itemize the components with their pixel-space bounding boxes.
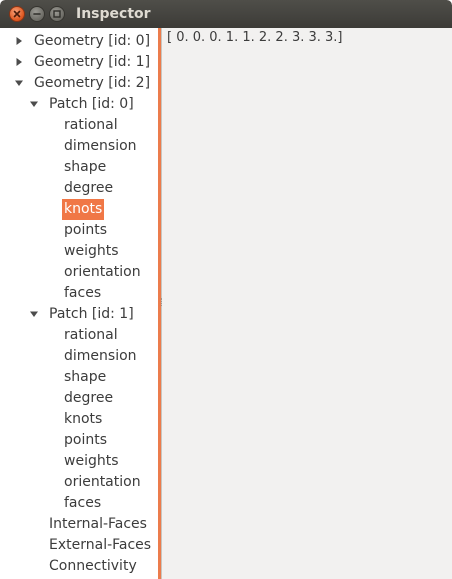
expanded-arrow-icon[interactable] [14, 78, 24, 88]
tree-item[interactable]: Patch [id: 0] [30, 94, 134, 115]
tree-item[interactable]: orientation [64, 262, 141, 283]
tree-item-label: Internal-Faces [49, 516, 147, 532]
maximize-button[interactable] [49, 6, 65, 22]
tree-item[interactable]: External-Faces [49, 535, 151, 556]
tree-item-label: rational [64, 117, 118, 133]
tree-item[interactable]: weights [64, 241, 119, 262]
tree-item-label: weights [64, 453, 119, 469]
tree-item-label: rational [64, 327, 118, 343]
tree-item-label: orientation [64, 474, 141, 490]
title-bar[interactable]: Inspector [0, 0, 452, 28]
tree-item-label: Patch [id: 1] [49, 306, 134, 322]
tree-item[interactable]: knots [62, 199, 105, 220]
tree-item[interactable]: Internal-Faces [49, 514, 147, 535]
inspector-window: Inspector Geometry [id: 0] Geometry [id: … [0, 0, 452, 579]
tree-item-label: Patch [id: 0] [49, 96, 134, 112]
tree-item-label: Geometry [id: 1] [34, 54, 151, 70]
detail-panel: [ 0. 0. 0. 1. 1. 2. 2. 3. 3. 3.] [162, 28, 452, 579]
collapsed-arrow-icon[interactable] [14, 57, 24, 67]
tree-item[interactable]: rational [64, 115, 118, 136]
tree-item[interactable]: degree [64, 388, 113, 409]
tree-item-label: Connectivity [49, 558, 137, 574]
close-button[interactable] [9, 6, 25, 22]
expanded-arrow-icon[interactable] [29, 309, 39, 319]
tree-item-label: weights [64, 243, 119, 259]
tree-item[interactable]: points [64, 430, 107, 451]
tree-item[interactable]: Connectivity [49, 556, 137, 577]
tree-item-label: points [64, 432, 107, 448]
tree-item[interactable]: shape [64, 157, 106, 178]
tree-item-label: dimension [64, 138, 137, 154]
close-icon [13, 10, 21, 18]
tree-item-label: shape [64, 369, 107, 385]
tree-item-label: External-Faces [49, 537, 152, 553]
tree-view[interactable]: Geometry [id: 0] Geometry [id: 1] Geometry… [0, 28, 158, 579]
tree-item-label: Geometry [id: 0] [34, 33, 151, 49]
tree-item[interactable]: shape [64, 367, 106, 388]
tree-item[interactable]: faces [64, 493, 101, 514]
tree-item-label: faces [64, 495, 102, 511]
tree-item-label: knots [62, 199, 105, 220]
tree-item[interactable]: faces [64, 283, 101, 304]
tree-item-label: degree [64, 390, 114, 406]
maximize-icon [53, 10, 61, 18]
tree-item[interactable]: Patch [id: 1] [30, 304, 134, 325]
minimize-button[interactable] [29, 6, 45, 22]
tree-item-label: dimension [64, 348, 137, 364]
tree-item-label: knots [64, 411, 103, 427]
tree-item-label: shape [64, 159, 107, 175]
tree-item[interactable]: Geometry [id: 0] [16, 31, 151, 52]
expanded-arrow-icon[interactable] [29, 99, 39, 109]
tree-item[interactable]: degree [64, 178, 113, 199]
tree-item[interactable]: weights [64, 451, 119, 472]
tree-item[interactable]: points [64, 220, 107, 241]
window-title: Inspector [76, 6, 151, 22]
minimize-icon [33, 13, 41, 15]
tree-item[interactable]: Geometry [id: 2] [15, 73, 151, 94]
tree-item[interactable]: orientation [64, 472, 141, 493]
tree-item-label: orientation [64, 264, 141, 280]
collapsed-arrow-icon[interactable] [14, 36, 24, 46]
tree-item[interactable]: dimension [64, 346, 137, 367]
value-text: [ 0. 0. 0. 1. 1. 2. 2. 3. 3. 3.] [167, 30, 343, 45]
tree-item-label: degree [64, 180, 114, 196]
tree-item[interactable]: Geometry [id: 1] [16, 52, 151, 73]
tree-item[interactable]: dimension [64, 136, 137, 157]
tree-item-label: points [64, 222, 107, 238]
tree-item[interactable]: rational [64, 325, 118, 346]
tree-item-label: faces [64, 285, 102, 301]
tree-item[interactable]: knots [64, 409, 102, 430]
tree-item-label: Geometry [id: 2] [34, 75, 151, 91]
